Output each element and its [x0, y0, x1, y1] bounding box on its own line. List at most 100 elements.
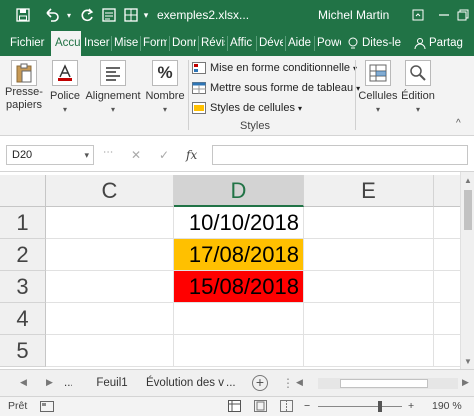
cell-f4[interactable]	[434, 303, 460, 335]
name-box-caret-icon[interactable]: ▾	[84, 146, 89, 164]
tab-insertion[interactable]: Inser	[84, 31, 110, 56]
tab-accueil[interactable]: Accu	[51, 31, 81, 56]
column-header-e[interactable]: E	[304, 175, 434, 207]
tab-mise-en-page[interactable]: Mise	[114, 31, 138, 56]
column-header-d[interactable]: D	[174, 175, 304, 207]
horizontal-scroll-thumb[interactable]	[340, 379, 428, 388]
cell-e4[interactable]	[304, 303, 434, 335]
normal-view-icon[interactable]	[228, 400, 241, 415]
cell-d5[interactable]	[174, 335, 304, 367]
name-box[interactable]: D20 ▾	[6, 145, 94, 165]
formula-bar-resize-handle[interactable]: ⋮	[102, 147, 113, 156]
lightbulb-icon[interactable]	[348, 37, 358, 53]
new-sheet-icon[interactable]: +	[252, 375, 268, 391]
column-header-c[interactable]: C	[46, 175, 174, 207]
tab-aide[interactable]: Aide	[288, 31, 312, 56]
cell-f3[interactable]	[434, 271, 460, 303]
cell-e3[interactable]	[304, 271, 434, 303]
cell-d1[interactable]: 10/10/2018	[174, 207, 304, 239]
cell-d3[interactable]: 15/08/2018	[174, 271, 304, 303]
share-button[interactable]: Partag	[429, 31, 473, 56]
user-name[interactable]: Michel Martin	[318, 8, 389, 22]
clipboard-group[interactable]: Presse-papiers	[2, 56, 46, 136]
zoom-out-button[interactable]: −	[304, 400, 310, 412]
cell-e5[interactable]	[304, 335, 434, 367]
vertical-scrollbar[interactable]: ▲ ▼	[460, 172, 474, 369]
form-icon[interactable]	[100, 6, 118, 24]
tab-donnees[interactable]: Donr	[172, 31, 196, 56]
save-icon[interactable]	[14, 6, 32, 24]
next-sheet-icon[interactable]: ▶	[46, 377, 53, 388]
tab-splitter-handle[interactable]: ⋮	[282, 376, 294, 390]
number-caret-icon: ▾	[162, 105, 167, 114]
zoom-level[interactable]: 190 %	[432, 400, 462, 412]
cell-c5[interactable]	[46, 335, 174, 367]
cell-f2[interactable]	[434, 239, 460, 271]
prev-sheet-icon[interactable]: ◀	[20, 377, 27, 388]
row-header-5[interactable]: 5	[0, 335, 46, 367]
scroll-down-icon[interactable]: ▼	[464, 357, 472, 366]
cell-e2[interactable]	[304, 239, 434, 271]
worksheet-grid[interactable]: C D E 1 2 3 4 5 10/10/2018 17/08/2018 15…	[0, 172, 460, 369]
tab-affichage[interactable]: Affic	[230, 31, 254, 56]
undo-dropdown-icon[interactable]: ▾	[64, 6, 74, 24]
sheets-more-left[interactable]: ...	[64, 370, 72, 396]
editing-group[interactable]: Édition ▾	[398, 56, 438, 136]
row-header-3[interactable]: 3	[0, 271, 46, 303]
grid-icon[interactable]	[122, 6, 140, 24]
tab-formules[interactable]: Form	[143, 31, 167, 56]
scroll-right-icon[interactable]: ▶	[462, 377, 469, 388]
row-header-4[interactable]: 4	[0, 303, 46, 335]
tab-fichier[interactable]: Fichier	[10, 31, 48, 56]
cell-e1[interactable]	[304, 207, 434, 239]
tab-power-pivot[interactable]: Powe	[317, 31, 341, 56]
share-icon[interactable]	[414, 37, 426, 53]
collapse-ribbon-icon[interactable]: ^	[456, 118, 461, 129]
confirm-formula-icon[interactable]: ✓	[156, 145, 172, 165]
cell-c4[interactable]	[46, 303, 174, 335]
customize-toolbar-icon[interactable]: ▾	[140, 6, 152, 24]
zoom-slider-track[interactable]	[318, 406, 402, 407]
macro-recording-icon[interactable]	[40, 401, 54, 415]
cell-c3[interactable]	[46, 271, 174, 303]
scroll-up-icon[interactable]: ▲	[464, 176, 472, 185]
sheets-more-right[interactable]: ...	[226, 370, 240, 396]
row-header-2[interactable]: 2	[0, 239, 46, 271]
undo-icon[interactable]	[42, 6, 62, 24]
formula-input[interactable]	[212, 145, 468, 165]
cell-d2[interactable]: 17/08/2018	[174, 239, 304, 271]
ribbon-display-icon[interactable]	[408, 6, 428, 24]
zoom-slider-thumb[interactable]	[378, 401, 382, 412]
cells-group[interactable]: Cellules ▾	[358, 56, 398, 136]
page-break-view-icon[interactable]	[280, 400, 293, 415]
format-as-table-button[interactable]: Mettre sous forme de tableau ▾	[192, 80, 360, 96]
font-group[interactable]: Police ▾	[48, 56, 82, 136]
cell-d4[interactable]	[174, 303, 304, 335]
sheet-tab-feuil1[interactable]: Feuil1	[86, 370, 138, 396]
horizontal-scrollbar[interactable]	[318, 378, 458, 389]
cell-f1[interactable]	[434, 207, 460, 239]
restore-icon[interactable]	[455, 6, 471, 24]
redo-icon[interactable]	[78, 6, 96, 24]
minimize-icon[interactable]	[434, 6, 454, 24]
editing-caret-icon: ▾	[415, 105, 420, 114]
insert-function-icon[interactable]: fx	[186, 145, 197, 165]
cell-styles-button[interactable]: Styles de cellules ▾	[192, 100, 302, 116]
scroll-left-icon[interactable]: ◀	[296, 377, 303, 388]
cell-c1[interactable]	[46, 207, 174, 239]
alignment-group[interactable]: Alignement ▾	[84, 56, 142, 136]
number-group[interactable]: % Nombre ▾	[144, 56, 186, 136]
page-layout-view-icon[interactable]	[254, 400, 267, 415]
select-all-corner[interactable]	[0, 175, 46, 207]
tab-developpeur[interactable]: Déve	[259, 31, 283, 56]
tell-me-search[interactable]: Dites-le	[362, 31, 410, 56]
cell-f5[interactable]	[434, 335, 460, 367]
conditional-formatting-button[interactable]: Mise en forme conditionnelle ▾	[192, 60, 357, 76]
tab-revision[interactable]: Révis	[201, 31, 225, 56]
cancel-formula-icon[interactable]: ✕	[128, 145, 144, 165]
cell-c2[interactable]	[46, 239, 174, 271]
row-header-1[interactable]: 1	[0, 207, 46, 239]
column-header-f[interactable]	[434, 175, 460, 207]
vertical-scroll-thumb[interactable]	[464, 190, 472, 230]
zoom-in-button[interactable]: +	[408, 400, 414, 412]
